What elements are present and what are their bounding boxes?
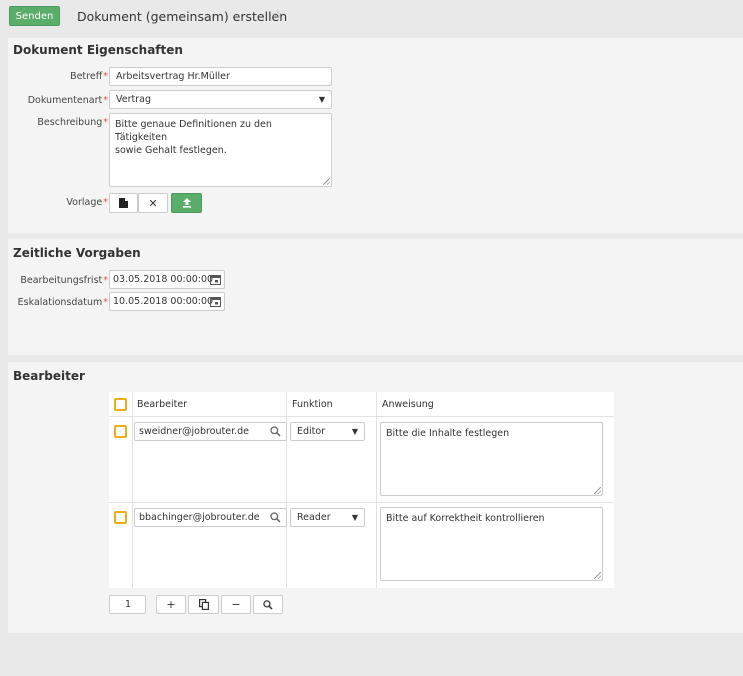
grid-line [109, 502, 614, 503]
bearbeiter-input[interactable]: bbachinger@jobrouter.de [134, 508, 287, 527]
beschreibung-textarea[interactable]: Bitte genaue Definitionen zu den Tätigke… [109, 113, 332, 187]
bearbeitungsfrist-value: 03.05.2018 00:00:00 [113, 274, 214, 285]
calendar-icon[interactable] [210, 274, 221, 285]
add-row-button[interactable]: + [156, 595, 186, 614]
clear-file-button[interactable]: ✕ [138, 193, 168, 213]
eskalationsdatum-input[interactable]: 10.05.2018 00:00:00 [109, 292, 225, 311]
select-all-checkbox[interactable] [114, 398, 127, 411]
close-icon: ✕ [148, 196, 158, 210]
document-icon [119, 198, 128, 208]
column-header-funktion: Funktion [292, 399, 333, 410]
grid-line [109, 416, 614, 417]
dokumentenart-label: Dokumentenart* [27, 95, 108, 106]
anweisung-value: Bitte die Inhalte festlegen [386, 428, 510, 439]
workers-table: Bearbeiter Funktion Anweisung sweidner@j… [109, 392, 614, 588]
copy-row-button[interactable] [188, 595, 219, 614]
minus-icon: − [231, 598, 241, 611]
funktion-select[interactable]: Editor ▼ [290, 422, 365, 441]
dokumentenart-select[interactable]: Vertrag ▼ [109, 90, 332, 109]
eskalationsdatum-value: 10.05.2018 00:00:00 [113, 296, 214, 307]
search-row-button[interactable] [253, 595, 283, 614]
funktion-value: Editor [297, 426, 326, 437]
workers-title: Bearbeiter [13, 369, 85, 383]
page-title: Dokument (gemeinsam) erstellen [77, 9, 288, 24]
betreff-input[interactable]: Arbeitsvertrag Hr.Müller [109, 67, 332, 86]
bearbeitungsfrist-input[interactable]: 03.05.2018 00:00:00 [109, 270, 225, 289]
vorlage-label: Vorlage* [66, 197, 108, 208]
dropdown-caret-icon: ▼ [318, 95, 325, 104]
properties-title: Dokument Eigenschaften [13, 43, 183, 57]
dropdown-caret-icon: ▼ [351, 427, 358, 436]
search-icon[interactable] [270, 426, 281, 437]
remove-row-button[interactable]: − [221, 595, 251, 614]
betreff-label: Betreff* [70, 71, 108, 82]
dropdown-caret-icon: ▼ [351, 513, 358, 522]
resize-handle[interactable] [594, 487, 601, 494]
row-checkbox[interactable] [114, 425, 127, 438]
bearbeiter-value: sweidner@jobrouter.de [139, 426, 250, 437]
file-button[interactable] [109, 193, 138, 213]
anweisung-value: Bitte auf Korrektheit kontrollieren [386, 513, 545, 524]
anweisung-textarea[interactable]: Bitte die Inhalte festlegen [380, 422, 603, 496]
dokumentenart-value: Vertrag [116, 94, 151, 105]
copy-icon [198, 599, 209, 610]
grid-line [132, 392, 133, 588]
send-button[interactable]: Senden [9, 6, 60, 26]
time-title: Zeitliche Vorgaben [13, 246, 141, 260]
search-icon[interactable] [270, 512, 281, 523]
anweisung-textarea[interactable]: Bitte auf Korrektheit kontrollieren [380, 507, 603, 581]
resize-handle[interactable] [323, 178, 330, 185]
funktion-select[interactable]: Reader ▼ [290, 508, 365, 527]
calendar-icon[interactable] [210, 296, 221, 307]
plus-icon: + [166, 598, 176, 611]
grid-line [376, 392, 377, 588]
betreff-value: Arbeitsvertrag Hr.Müller [116, 71, 230, 82]
beschreibung-line: Bitte genaue Definitionen zu den Tätigke… [115, 119, 272, 143]
beschreibung-label: Beschreibung* [37, 117, 108, 128]
column-header-bearbeiter: Bearbeiter [137, 399, 188, 410]
bearbeiter-input[interactable]: sweidner@jobrouter.de [134, 422, 287, 441]
resize-handle[interactable] [594, 572, 601, 579]
star-icon[interactable]: ☆ [272, 8, 284, 23]
beschreibung-line: sowie Gehalt festlegen. [115, 145, 227, 156]
upload-button[interactable] [171, 193, 202, 213]
row-checkbox[interactable] [114, 511, 127, 524]
page-number: 1 [125, 599, 132, 610]
bearbeiter-value: bbachinger@jobrouter.de [139, 512, 260, 523]
search-icon [263, 599, 273, 610]
bearbeitungsfrist-label: Bearbeitungsfrist* [20, 275, 108, 286]
eskalationsdatum-label: Eskalationsdatum* [17, 297, 108, 308]
page-number-field[interactable]: 1 [109, 595, 146, 614]
column-header-anweisung: Anweisung [382, 399, 434, 410]
funktion-value: Reader [297, 512, 331, 523]
upload-icon [182, 198, 191, 208]
